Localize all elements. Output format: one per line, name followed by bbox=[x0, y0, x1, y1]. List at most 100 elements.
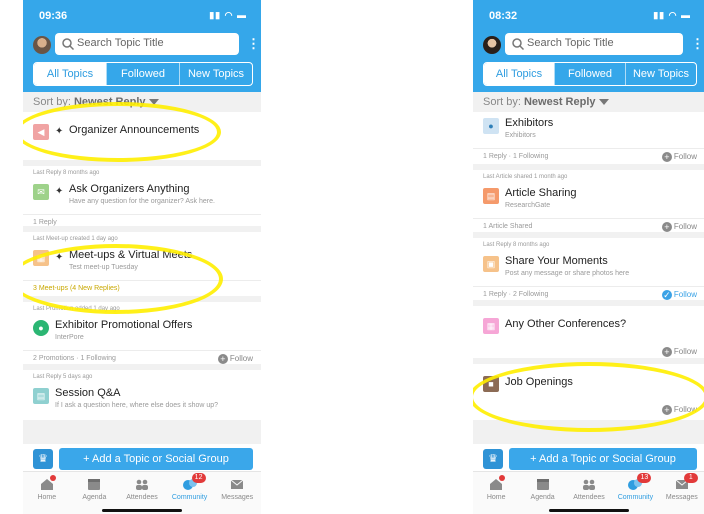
nav-attendees[interactable]: Attendees bbox=[566, 472, 612, 514]
topic-subtitle: Have any question for the organizer? Ask… bbox=[69, 198, 215, 205]
list-item[interactable]: Last Article shared 1 month ago ▤ Articl… bbox=[473, 170, 704, 232]
nav-label: Messages bbox=[221, 494, 254, 501]
topic-stats: 3 Meet-ups (4 New Replies) bbox=[23, 280, 261, 297]
add-topic-button[interactable]: + Add a Topic or Social Group bbox=[59, 448, 253, 470]
follow-label: Follow bbox=[673, 222, 697, 231]
tab-all-topics[interactable]: All Topics bbox=[34, 63, 106, 85]
avatar[interactable] bbox=[33, 36, 51, 54]
topic-meta: Last Promotion added 1 day ago bbox=[33, 306, 120, 312]
tab-new-topics[interactable]: New Topics bbox=[179, 63, 252, 85]
avatar[interactable] bbox=[483, 36, 501, 54]
nav-home[interactable]: Home bbox=[473, 472, 519, 514]
list-item[interactable]: Last Reply 8 months ago ✉ ✦ Ask Organize… bbox=[23, 166, 261, 226]
search-input[interactable]: Search Topic Title bbox=[55, 33, 239, 55]
follow-button[interactable]: + Follow bbox=[661, 344, 697, 360]
trophy-icon[interactable]: ♛ bbox=[483, 449, 503, 469]
phone-screen-right: 08:32 ▮▮ ◠ ▬ Search Topic Title ⋮ All To… bbox=[473, 0, 704, 514]
tab-followed[interactable]: Followed bbox=[106, 63, 179, 85]
nav-label: Agenda bbox=[82, 494, 107, 501]
nav-label: Community bbox=[171, 494, 208, 501]
list-item[interactable]: Last Promotion added 1 day ago ● Exhibit… bbox=[23, 302, 261, 364]
topic-title: Exhibitor Promotional Offers bbox=[55, 319, 193, 331]
follow-label: Follow bbox=[673, 347, 697, 356]
follow-button[interactable]: + Follow bbox=[661, 219, 697, 235]
list-item[interactable]: ● Exhibitors Exhibitors 1 Reply · 1 Foll… bbox=[473, 112, 704, 164]
search-placeholder: Search Topic Title bbox=[527, 37, 614, 49]
follow-button[interactable]: + Follow bbox=[661, 402, 697, 418]
nav-attendees[interactable]: Attendees bbox=[118, 472, 166, 514]
topic-stats: 2 Promotions · 1 Following + Follow bbox=[23, 350, 261, 367]
follow-label: Follow bbox=[673, 405, 697, 414]
chevron-down-icon bbox=[148, 99, 159, 106]
qa-icon: ▤ bbox=[33, 388, 49, 404]
nav-messages[interactable]: Messages bbox=[213, 472, 261, 514]
list-item[interactable]: Last Reply 5 days ago ▤ Session Q&A If I… bbox=[23, 370, 261, 420]
topic-stats: 1 Reply · 1 Following + Follow bbox=[473, 148, 704, 165]
sort-bar[interactable]: Sort by: Newest Reply bbox=[473, 92, 704, 112]
follow-button[interactable]: + Follow bbox=[217, 351, 253, 367]
topic-tabs: All Topics Followed New Topics bbox=[483, 62, 697, 86]
pin-icon: ✦ bbox=[55, 126, 64, 137]
nav-label: Messages bbox=[665, 494, 698, 501]
topic-subtitle: If I ask a question here, where else doe… bbox=[55, 402, 219, 409]
topic-title: Exhibitors bbox=[505, 117, 554, 129]
attendees-icon bbox=[135, 479, 148, 490]
sort-value: Newest Reply bbox=[523, 96, 596, 108]
sort-bar[interactable]: Sort by: Newest Reply bbox=[23, 92, 261, 112]
nav-community[interactable]: 13 Community bbox=[612, 472, 658, 514]
topic-subtitle: InterPore bbox=[55, 334, 84, 341]
list-item[interactable]: ■ Job Openings + Follow bbox=[473, 364, 704, 420]
more-options-icon[interactable]: ⋮ bbox=[247, 36, 260, 52]
tab-new-topics[interactable]: New Topics bbox=[625, 63, 696, 85]
add-topic-button[interactable]: + Add a Topic or Social Group bbox=[509, 448, 697, 470]
chevron-down-icon bbox=[598, 99, 609, 106]
topic-stats: 1 Article Shared + Follow bbox=[473, 218, 704, 235]
stats-text: 1 Article Shared bbox=[483, 223, 533, 230]
megaphone-icon: ◀ bbox=[33, 124, 49, 140]
follow-label: Follow bbox=[673, 290, 697, 299]
header: 09:36 ▮▮ ◠ ▬ Search Topic Title ⋮ All To… bbox=[23, 0, 261, 92]
plus-icon: + bbox=[217, 354, 228, 364]
notification-dot bbox=[49, 475, 56, 481]
pin-icon: ✦ bbox=[55, 252, 64, 263]
list-item[interactable]: Last Meet-up created 1 day ago ▦ ✦ Meet-… bbox=[23, 232, 261, 296]
search-icon bbox=[62, 38, 75, 51]
add-topic-bar: ♛ + Add a Topic or Social Group bbox=[23, 444, 261, 472]
photo-icon: ▣ bbox=[483, 256, 499, 272]
envelope-icon bbox=[230, 479, 244, 489]
nav-label: Home bbox=[37, 494, 57, 501]
more-options-icon[interactable]: ⋮ bbox=[691, 36, 704, 52]
list-item[interactable]: ◀ ✦ Organizer Announcements bbox=[23, 112, 261, 160]
topic-stats: 1 Reply bbox=[23, 214, 261, 231]
topic-stats: + Follow bbox=[473, 402, 704, 418]
stats-text: 1 Reply · 1 Following bbox=[483, 153, 549, 160]
pin-icon: ✦ bbox=[55, 186, 64, 197]
tab-followed[interactable]: Followed bbox=[554, 63, 625, 85]
topic-subtitle: ResearchGate bbox=[505, 202, 551, 209]
attendees-icon bbox=[583, 479, 596, 490]
tab-all-topics[interactable]: All Topics bbox=[484, 63, 554, 85]
nav-label: Community bbox=[617, 494, 654, 501]
list-item[interactable]: ▦ Any Other Conferences? + Follow bbox=[473, 306, 704, 358]
nav-home[interactable]: Home bbox=[23, 472, 71, 514]
follow-button[interactable]: + Follow bbox=[661, 149, 697, 165]
nav-messages[interactable]: 1 Messages bbox=[659, 472, 704, 514]
trophy-icon[interactable]: ♛ bbox=[33, 449, 53, 469]
header: 08:32 ▮▮ ◠ ▬ Search Topic Title ⋮ All To… bbox=[473, 0, 704, 92]
nav-agenda[interactable]: Agenda bbox=[71, 472, 119, 514]
status-bar: 09:36 ▮▮ ◠ ▬ bbox=[37, 10, 247, 24]
list-item[interactable]: Last Reply 8 months ago ▣ Share Your Mom… bbox=[473, 238, 704, 300]
briefcase-icon: ■ bbox=[483, 376, 499, 392]
sort-value: Newest Reply bbox=[73, 96, 146, 108]
stats-text: 1 Reply bbox=[33, 219, 57, 226]
status-time: 09:36 bbox=[39, 10, 68, 22]
bottom-nav: Home Agenda Attendees 12 Community Messa… bbox=[23, 471, 261, 514]
nav-agenda[interactable]: Agenda bbox=[519, 472, 565, 514]
follow-button[interactable]: ✓ Follow bbox=[661, 287, 697, 303]
sort-prefix: Sort by: bbox=[33, 96, 71, 108]
topic-title: Share Your Moments bbox=[505, 255, 608, 267]
nav-community[interactable]: 12 Community bbox=[166, 472, 214, 514]
sort-prefix: Sort by: bbox=[483, 96, 521, 108]
search-icon bbox=[512, 38, 525, 51]
search-input[interactable]: Search Topic Title bbox=[505, 33, 683, 55]
